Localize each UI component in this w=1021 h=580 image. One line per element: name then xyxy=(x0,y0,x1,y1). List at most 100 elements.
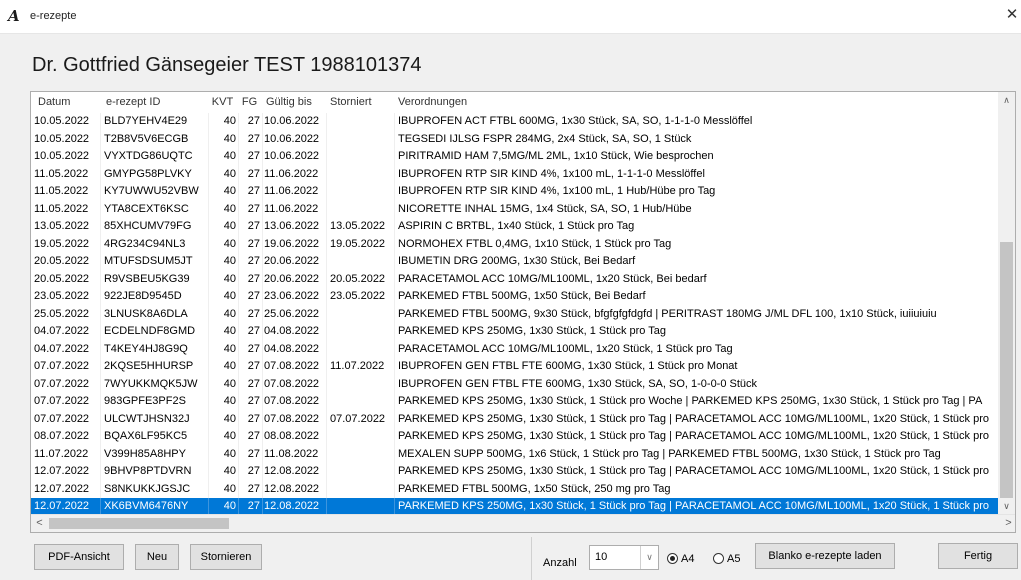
cell-cancelled xyxy=(327,498,395,515)
chevron-down-icon[interactable]: ∨ xyxy=(640,546,658,569)
cell-cancelled xyxy=(327,445,395,463)
cell-cancelled xyxy=(327,253,395,271)
table-row[interactable]: 11.05.2022 GMYPG58PLVKY 40 27 11.06.2022 IBUP… xyxy=(31,165,999,183)
horizontal-scroll-thumb[interactable] xyxy=(49,518,229,529)
cell-fg: 27 xyxy=(239,445,263,463)
column-header-valid-until[interactable]: Gültig bis xyxy=(263,92,327,113)
column-header-fg[interactable]: FG xyxy=(239,92,263,113)
table-row[interactable]: 11.05.2022 YTA8CEXT6KSC 40 27 11.06.2022 NICO… xyxy=(31,200,999,218)
table-row[interactable]: 20.05.2022 MTUFSDSUM5JT 40 27 20.06.2022 IBUM… xyxy=(31,253,999,271)
cell-cancelled xyxy=(327,200,395,218)
table-row[interactable]: 23.05.2022 922JE8D9545D 40 27 23.06.2022 23.0… xyxy=(31,288,999,306)
cell-kvt: 40 xyxy=(209,235,239,253)
cell-date: 11.05.2022 xyxy=(31,165,101,183)
table-row[interactable]: 11.07.2022 V399H85A8HPY 40 27 11.08.2022 MEXA… xyxy=(31,445,999,463)
table-row[interactable]: 20.05.2022 R9VSBEU5KG39 40 27 20.06.2022 20.0… xyxy=(31,270,999,288)
format-a5-label: A5 xyxy=(727,553,741,565)
cell-cancelled xyxy=(327,165,395,183)
table-row[interactable]: 07.07.2022 ULCWTJHSN32J 40 27 07.08.2022 07.0… xyxy=(31,410,999,428)
pdf-view-button[interactable]: PDF-Ansicht xyxy=(34,544,124,570)
cell-fg: 27 xyxy=(239,200,263,218)
scroll-left-icon[interactable]: < xyxy=(31,515,48,532)
table-row[interactable]: 10.05.2022 BLD7YEHV4E29 40 27 10.06.2022 IBUP… xyxy=(31,113,999,131)
cell-valid-until: 20.06.2022 xyxy=(263,270,327,288)
table-row[interactable]: 04.07.2022 T4KEY4HJ8G9Q 40 27 04.08.2022 PARA… xyxy=(31,340,999,358)
scroll-right-icon[interactable]: > xyxy=(1000,515,1015,532)
table-row[interactable]: 25.05.2022 3LNUSK8A6DLA 40 27 25.06.2022 PARK… xyxy=(31,305,999,323)
table-row[interactable]: 08.07.2022 BQAX6LF95KC5 40 27 08.08.2022 PARK… xyxy=(31,428,999,446)
scroll-down-icon[interactable]: ∨ xyxy=(998,498,1015,515)
cell-fg: 27 xyxy=(239,165,263,183)
cell-kvt: 40 xyxy=(209,305,239,323)
cell-valid-until: 11.06.2022 xyxy=(263,200,327,218)
cell-prescriptions: NICORETTE INHAL 15MG, 1x4 Stück, SA, SO,… xyxy=(398,202,692,215)
cell-fg: 27 xyxy=(239,358,263,376)
cell-prescriptions: IBUPROFEN RTP SIR KIND 4%, 1x100 mL, 1 H… xyxy=(398,185,716,197)
horizontal-scrollbar[interactable]: < > xyxy=(31,514,1015,532)
table-row[interactable]: 12.07.2022 9BHVP8PTDVRN 40 27 12.08.2022 PARK… xyxy=(31,463,999,481)
cell-fg: 27 xyxy=(239,375,263,393)
scroll-up-icon[interactable]: ∧ xyxy=(998,92,1015,109)
new-button[interactable]: Neu xyxy=(135,544,179,570)
cell-kvt: 40 xyxy=(209,200,239,218)
vertical-scrollbar[interactable]: ∧ ∨ xyxy=(998,92,1015,515)
cell-id: 4RG234C94NL3 xyxy=(101,235,209,253)
table-row[interactable]: 10.05.2022 VYXTDG86UQTC 40 27 10.06.2022 PIRI… xyxy=(31,148,999,166)
table-row[interactable]: 07.07.2022 2KQSE5HHURSP 40 27 07.08.2022 11.0… xyxy=(31,358,999,376)
cell-fg: 27 xyxy=(239,463,263,481)
table-header: Datum e-rezept ID KVT FG Gültig bis Stor… xyxy=(31,92,999,113)
cell-cancelled xyxy=(327,130,395,148)
cell-cancelled xyxy=(327,480,395,498)
column-header-date[interactable]: Datum xyxy=(31,92,101,113)
table-row[interactable]: 12.07.2022 XK6BVM6476NY 40 27 12.08.2022 PARK… xyxy=(31,498,999,515)
cell-valid-until: 07.08.2022 xyxy=(263,393,327,411)
table-row[interactable]: 10.05.2022 T2B8V5V6ECGB 40 27 10.06.2022 TEGS… xyxy=(31,130,999,148)
cell-date: 19.05.2022 xyxy=(31,235,101,253)
cell-fg: 27 xyxy=(239,428,263,446)
cell-cancelled xyxy=(327,323,395,341)
cancel-prescription-button[interactable]: Stornieren xyxy=(190,544,262,570)
cell-id: T4KEY4HJ8G9Q xyxy=(101,340,209,358)
column-header-cancelled[interactable]: Storniert xyxy=(327,92,395,113)
done-button[interactable]: Fertig xyxy=(938,543,1018,569)
cell-cancelled xyxy=(327,375,395,393)
cell-valid-until: 10.06.2022 xyxy=(263,113,327,131)
table-row[interactable]: 19.05.2022 4RG234C94NL3 40 27 19.06.2022 19.0… xyxy=(31,235,999,253)
format-a4-radio[interactable]: A4 xyxy=(667,552,694,566)
cell-fg: 27 xyxy=(239,498,263,515)
table-row[interactable]: 11.05.2022 KY7UWWU52VBW 40 27 11.06.2022 IBUP… xyxy=(31,183,999,201)
cell-cancelled xyxy=(327,340,395,358)
table-row[interactable]: 04.07.2022 ECDELNDF8GMD 40 27 04.08.2022 PARK… xyxy=(31,323,999,341)
cell-cancelled xyxy=(327,183,395,201)
table-row[interactable]: 07.07.2022 983GPFE3PF2S 40 27 07.08.2022 PARK… xyxy=(31,393,999,411)
column-header-prescriptions[interactable]: Verordnungen xyxy=(395,92,999,113)
cell-prescriptions: PARKEMED FTBL 500MG, 9x30 Stück, bfgfgfg… xyxy=(398,307,937,320)
column-header-id[interactable]: e-rezept ID xyxy=(101,92,209,113)
cell-prescriptions: PARACETAMOL ACC 10MG/ML100ML, 1x20 Stück… xyxy=(398,342,733,355)
column-header-kvt[interactable]: KVT xyxy=(209,92,239,113)
format-a5-radio[interactable]: A5 xyxy=(713,552,740,566)
load-blank-prescriptions-button[interactable]: Blanko e-rezepte laden xyxy=(755,543,895,569)
cell-valid-until: 13.06.2022 xyxy=(263,218,327,236)
table-row[interactable]: 07.07.2022 7WYUKKMQK5JW 40 27 07.08.2022 IBUP… xyxy=(31,375,999,393)
cell-cancelled: 07.07.2022 xyxy=(327,410,395,428)
cell-cancelled xyxy=(327,428,395,446)
cell-kvt: 40 xyxy=(209,410,239,428)
cell-kvt: 40 xyxy=(209,270,239,288)
window-title: e-rezepte xyxy=(30,10,77,22)
cell-valid-until: 07.08.2022 xyxy=(263,375,327,393)
vertical-scroll-thumb[interactable] xyxy=(1000,242,1013,498)
cell-id: BLD7YEHV4E29 xyxy=(101,113,209,131)
table-row[interactable]: 13.05.2022 85XHCUMV79FG 40 27 13.06.2022 13.0… xyxy=(31,218,999,236)
table-row[interactable]: 12.07.2022 S8NKUKKJGSJC 40 27 12.08.2022 PARK… xyxy=(31,480,999,498)
close-button[interactable]: ✕ xyxy=(1003,4,1021,26)
cell-cancelled: 13.05.2022 xyxy=(327,218,395,236)
cell-date: 04.07.2022 xyxy=(31,340,101,358)
cell-fg: 27 xyxy=(239,148,263,166)
cell-date: 10.05.2022 xyxy=(31,113,101,131)
cell-fg: 27 xyxy=(239,323,263,341)
cell-date: 10.05.2022 xyxy=(31,148,101,166)
cell-valid-until: 25.06.2022 xyxy=(263,305,327,323)
anzahl-select[interactable]: 10 ∨ xyxy=(589,545,659,570)
table-rows: 10.05.2022 BLD7YEHV4E29 40 27 10.06.2022 IBUP… xyxy=(31,113,999,515)
